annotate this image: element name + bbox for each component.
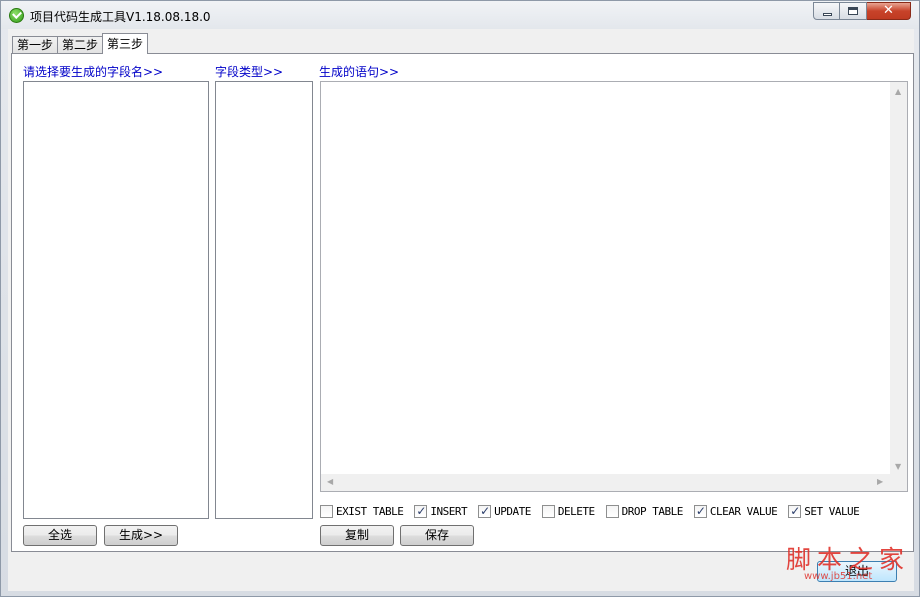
maximize-icon xyxy=(848,7,858,15)
option-drop-table[interactable]: DROP TABLE xyxy=(605,504,684,518)
vertical-scrollbar[interactable]: ▲ ▼ xyxy=(890,82,907,475)
scroll-up-icon[interactable]: ▲ xyxy=(895,88,901,96)
field-name-list[interactable] xyxy=(23,81,209,519)
option-delete[interactable]: DELETE xyxy=(541,504,595,518)
option-update[interactable]: UPDATE xyxy=(478,504,531,518)
title-bar[interactable]: 项目代码生成工具V1.18.08.18.0 ✕ xyxy=(1,1,919,29)
statement-options: EXIST TABLE INSERT UPDATE DELETE DROP TA… xyxy=(320,502,870,520)
exit-button[interactable]: 退出 xyxy=(817,561,897,582)
option-exist-table-label: EXIST TABLE xyxy=(336,504,404,518)
checkbox-insert[interactable] xyxy=(414,504,428,518)
main-window: 项目代码生成工具V1.18.08.18.0 ✕ 第一步 第二步 第三步 请选择要… xyxy=(0,0,920,597)
checkbox-clear-value[interactable] xyxy=(693,504,707,518)
tab-step-1[interactable]: 第一步 xyxy=(12,36,59,54)
option-insert[interactable]: INSERT xyxy=(414,504,468,518)
option-clear-value-label: CLEAR VALUE xyxy=(709,504,778,518)
checkbox-delete[interactable] xyxy=(541,504,555,518)
option-exist-table[interactable]: EXIST TABLE xyxy=(320,504,404,518)
checkbox-set-value[interactable] xyxy=(788,504,802,518)
scroll-left-icon[interactable]: ◀ xyxy=(327,478,333,486)
scroll-right-icon[interactable]: ▶ xyxy=(877,478,883,486)
checkbox-exist-table[interactable] xyxy=(320,504,333,518)
option-insert-label: INSERT xyxy=(430,504,468,518)
option-update-label: UPDATE xyxy=(494,504,531,518)
field-type-list[interactable] xyxy=(215,81,313,519)
save-button[interactable]: 保存 xyxy=(400,525,474,546)
option-set-value-label: SET VALUE xyxy=(804,504,860,518)
generate-button[interactable]: 生成>> xyxy=(104,525,178,546)
select-all-button[interactable]: 全选 xyxy=(23,525,97,546)
field-types-label: 字段类型>> xyxy=(215,65,284,79)
minimize-icon xyxy=(823,13,832,16)
tab-strip: 第一步 第二步 第三步 xyxy=(12,33,149,54)
app-check-icon xyxy=(9,8,24,23)
minimize-button[interactable] xyxy=(813,2,840,20)
scroll-corner xyxy=(890,474,907,491)
window-controls: ✕ xyxy=(813,2,911,20)
horizontal-scrollbar[interactable]: ◀ ▶ xyxy=(321,474,890,491)
client-area: 第一步 第二步 第三步 请选择要生成的字段名>> 字段类型>> 生成的语句>> … xyxy=(8,29,914,591)
close-icon: ✕ xyxy=(883,3,894,18)
tab-step-2[interactable]: 第二步 xyxy=(57,36,104,54)
close-button[interactable]: ✕ xyxy=(867,2,911,20)
checkbox-drop-table[interactable] xyxy=(605,504,619,518)
tab-step-3[interactable]: 第三步 xyxy=(102,33,149,54)
option-set-value[interactable]: SET VALUE xyxy=(788,504,860,518)
option-delete-label: DELETE xyxy=(557,504,595,518)
checkbox-update[interactable] xyxy=(478,504,492,518)
tab-page-step-3: 请选择要生成的字段名>> 字段类型>> 生成的语句>> ▲ ▼ ◀ ▶ EXIS… xyxy=(11,53,914,552)
window-title: 项目代码生成工具V1.18.08.18.0 xyxy=(30,10,211,24)
copy-button[interactable]: 复制 xyxy=(320,525,394,546)
option-drop-table-label: DROP TABLE xyxy=(621,504,684,518)
option-clear-value[interactable]: CLEAR VALUE xyxy=(693,504,778,518)
output-textarea[interactable]: ▲ ▼ ◀ ▶ xyxy=(320,81,908,492)
output-label: 生成的语句>> xyxy=(319,65,400,79)
fields-label: 请选择要生成的字段名>> xyxy=(23,65,164,79)
scroll-down-icon[interactable]: ▼ xyxy=(895,463,901,471)
maximize-button[interactable] xyxy=(840,2,867,20)
